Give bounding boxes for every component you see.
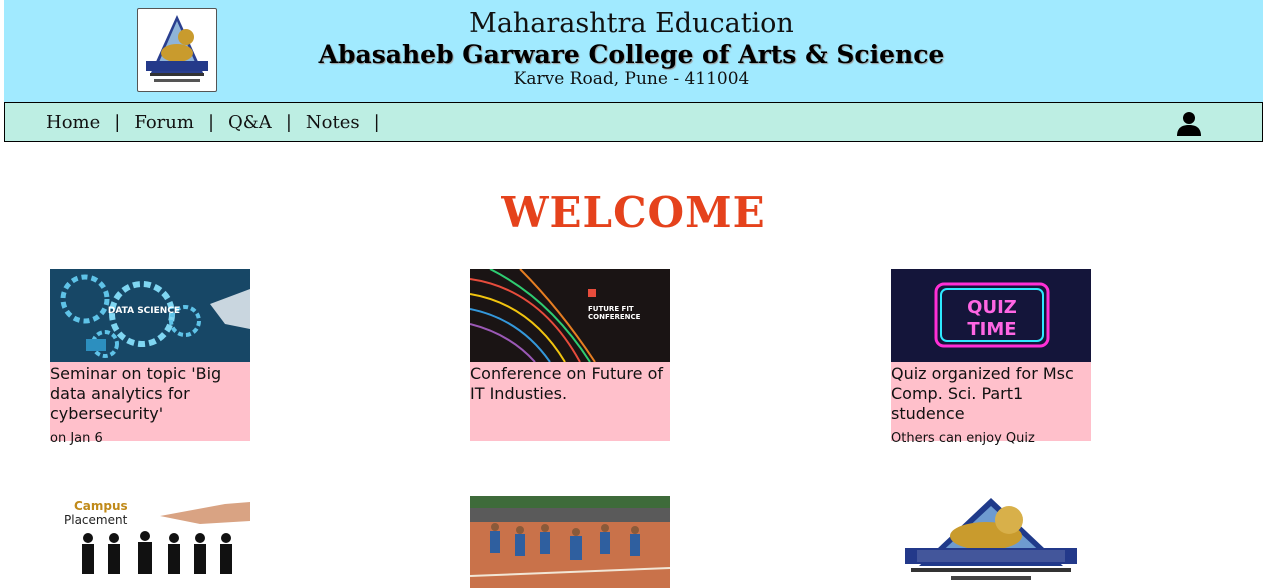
college-emblem-image [891, 496, 1091, 588]
campus-placement-image: Campus Placement [50, 496, 250, 588]
page: Maharashtra Education Abasaheb Garware C… [4, 0, 1263, 588]
nav-home[interactable]: Home [46, 112, 100, 133]
image-caption: Campus [74, 499, 128, 513]
header-line-1: Maharashtra Education [469, 8, 794, 39]
card-date: on Jan 6 [50, 431, 103, 446]
site-header: Maharashtra Education Abasaheb Garware C… [4, 0, 1263, 102]
card-subtitle: Others can enjoy Quiz [891, 431, 1035, 446]
image-caption: CONFERENCE [588, 313, 641, 321]
welcome-heading: WELCOME [501, 188, 766, 237]
nav-forum[interactable]: Forum [134, 112, 194, 133]
nav-separator: | [285, 111, 292, 133]
card-title: Seminar on topic 'Big data analytics for… [50, 364, 222, 423]
event-card-conference[interactable]: FUTURE FIT CONFERENCE Conference on Futu… [470, 269, 670, 441]
user-account-icon[interactable] [1176, 110, 1202, 136]
image-caption: FUTURE FIT [588, 305, 634, 313]
college-name: Abasaheb Garware College of Arts & Scien… [318, 40, 945, 69]
college-address: Karve Road, Pune - 411004 [513, 69, 750, 89]
image-caption: DATA SCIENCE [108, 306, 180, 316]
image-caption: QUIZ [967, 297, 1017, 318]
data-science-image: DATA SCIENCE [50, 269, 250, 362]
quiz-time-image: QUIZ TIME [891, 269, 1091, 362]
card-title: Conference on Future of IT Industies. [470, 364, 663, 403]
image-caption: TIME [967, 319, 1016, 340]
nav-separator: | [373, 111, 380, 133]
event-card-seminar[interactable]: DATA SCIENCE Seminar on topic 'Big data … [50, 269, 250, 446]
kabaddi-image [470, 496, 670, 588]
card-title: Quiz organized for Msc Comp. Sci. Part1 … [891, 364, 1074, 423]
nav-separator: | [114, 111, 121, 133]
nav-notes[interactable]: Notes [306, 112, 360, 133]
college-emblem-card [891, 496, 1091, 588]
main-nav: Home | Forum | Q&A | Notes | [4, 102, 1263, 142]
conference-image: FUTURE FIT CONFERENCE [470, 269, 670, 362]
nav-qa[interactable]: Q&A [228, 112, 272, 133]
event-card-campus-placement[interactable]: Campus Placement [50, 496, 250, 588]
image-caption: Placement [64, 513, 128, 527]
event-card-quiz[interactable]: QUIZ TIME Quiz organized for Msc Comp. S… [891, 269, 1091, 446]
nav-separator: | [207, 111, 215, 133]
event-card-sports[interactable] [470, 496, 670, 588]
